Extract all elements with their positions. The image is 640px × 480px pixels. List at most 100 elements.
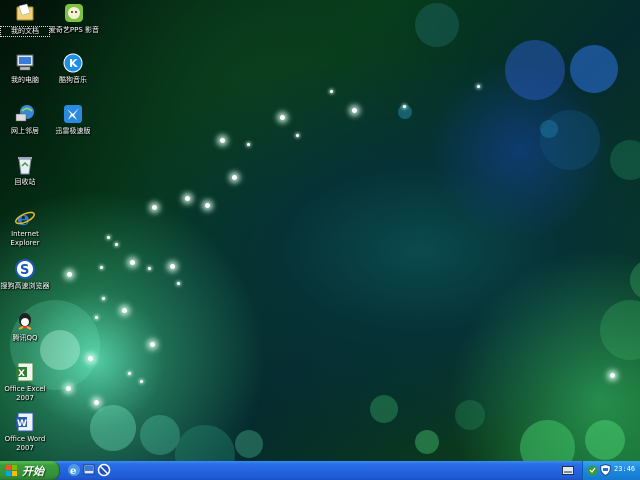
system-tray: 23:46 xyxy=(582,461,640,480)
svg-text:S: S xyxy=(20,263,29,278)
bokeh-decoration xyxy=(540,120,558,138)
bokeh-decoration xyxy=(235,430,263,458)
taskbar-clock[interactable]: 23:46 xyxy=(614,465,635,473)
show-desktop-icon[interactable] xyxy=(82,463,96,477)
recycle-bin-icon xyxy=(14,154,36,176)
sparkle-decoration xyxy=(477,85,480,88)
ie-icon[interactable]: e xyxy=(67,463,81,477)
sparkle-decoration xyxy=(128,372,131,375)
bokeh-decoration xyxy=(415,3,459,47)
iqiyi-pps-icon xyxy=(63,2,85,24)
desktop-icon-qq[interactable]: 腾讯QQ xyxy=(0,310,50,343)
desktop-icon-label: 酷狗音乐 xyxy=(59,76,87,84)
desktop-icon-sogou-browser[interactable]: S 搜狗高速浏览器 xyxy=(0,258,50,291)
sparkle-decoration xyxy=(352,108,357,113)
bokeh-decoration xyxy=(520,420,575,461)
bokeh-decoration xyxy=(570,45,618,93)
bokeh-decoration xyxy=(140,415,180,455)
desktop-icon-my-documents[interactable]: 我的文档 xyxy=(0,2,50,37)
svg-text:X: X xyxy=(18,369,25,379)
my-documents-icon xyxy=(14,2,36,24)
bokeh-decoration xyxy=(630,260,640,300)
sparkle-decoration xyxy=(185,196,190,201)
svg-text:K: K xyxy=(69,57,78,70)
start-button-label: 开始 xyxy=(22,465,44,478)
sparkle-decoration xyxy=(67,272,72,277)
bokeh-decoration xyxy=(610,140,640,180)
desktop-icon-label: 爱奇艺PPS 影音 xyxy=(48,26,100,34)
sparkle-decoration xyxy=(330,90,333,93)
bokeh-decoration xyxy=(585,420,625,460)
desktop-icon-kugou[interactable]: K 酷狗音乐 xyxy=(48,52,98,85)
sparkle-decoration xyxy=(205,203,210,208)
desktop-icon-label: Office Excel 2007 xyxy=(4,385,46,402)
sparkle-decoration xyxy=(247,143,250,146)
network-icon[interactable] xyxy=(587,465,598,476)
sparkle-decoration xyxy=(152,205,157,210)
sparkle-decoration xyxy=(130,260,135,265)
desktop-icon-recycle-bin[interactable]: 回收站 xyxy=(0,154,50,187)
windows-flag-icon xyxy=(6,465,17,476)
sparkle-decoration xyxy=(403,105,406,108)
sparkle-decoration xyxy=(140,380,143,383)
media-player-icon[interactable] xyxy=(97,463,111,477)
svg-text:e: e xyxy=(70,466,76,477)
desktop-icon-my-computer[interactable]: 我的电脑 xyxy=(0,52,50,85)
bokeh-decoration xyxy=(398,105,412,119)
sparkle-decoration xyxy=(94,400,99,405)
keyboard-icon[interactable] xyxy=(562,466,574,475)
desktop-icon-label: 迅雷极速版 xyxy=(55,127,91,135)
sparkle-decoration xyxy=(220,138,225,143)
sparkle-decoration xyxy=(232,175,237,180)
sparkle-decoration xyxy=(177,282,180,285)
sparkle-decoration xyxy=(610,373,615,378)
desktop-icon-excel[interactable]: X Office Excel 2007 xyxy=(0,361,50,403)
xunlei-icon xyxy=(62,103,84,125)
sparkle-decoration xyxy=(88,356,93,361)
desktop-icon-word[interactable]: W Office Word 2007 xyxy=(0,411,50,453)
desktop-icon-internet-explorer[interactable]: e Internet Explorer xyxy=(0,206,50,248)
sparkle-decoration xyxy=(107,236,110,239)
sparkle-decoration xyxy=(122,308,127,313)
qq-icon xyxy=(14,310,36,332)
internet-explorer-icon: e xyxy=(14,206,36,230)
sogou-browser-icon: S xyxy=(14,258,36,280)
sparkle-decoration xyxy=(66,386,71,391)
desktop-icon-label: Internet Explorer xyxy=(10,230,40,247)
bokeh-decoration xyxy=(175,425,235,461)
start-button[interactable]: 开始 xyxy=(0,461,60,480)
sparkle-decoration xyxy=(148,267,151,270)
bokeh-decoration xyxy=(90,405,136,451)
bokeh-decoration xyxy=(370,395,398,423)
desktop-icon-iqiyi-pps[interactable]: 爱奇艺PPS 影音 xyxy=(48,2,100,35)
taskbar: 开始 e 23:46 xyxy=(0,461,640,480)
desktop-icon-label: 我的文档 xyxy=(0,26,50,37)
sparkle-decoration xyxy=(170,264,175,269)
sparkle-decoration xyxy=(150,342,155,347)
bokeh-decoration xyxy=(505,40,565,100)
word-icon: W xyxy=(14,411,36,433)
sparkle-decoration xyxy=(115,243,118,246)
security-shield-icon[interactable] xyxy=(600,464,611,476)
desktop-icon-xunlei[interactable]: 迅雷极速版 xyxy=(48,103,98,136)
my-computer-icon xyxy=(14,52,36,74)
bokeh-decoration xyxy=(600,300,640,360)
kugou-music-icon: K xyxy=(62,52,84,74)
svg-text:W: W xyxy=(17,419,27,429)
sparkle-decoration xyxy=(100,266,103,269)
desktop-icon-label: 回收站 xyxy=(14,178,36,186)
bokeh-decoration xyxy=(455,400,485,430)
desktop[interactable]: 我的文档 爱奇艺PPS 影音 我的电脑 K 酷狗音乐 网上邻居 迅雷极速版 回收… xyxy=(0,0,640,461)
sparkle-decoration xyxy=(296,134,299,137)
sparkle-decoration xyxy=(102,297,105,300)
desktop-icon-label: 搜狗高速浏览器 xyxy=(0,282,50,290)
desktop-icon-label: 我的电脑 xyxy=(11,76,39,84)
network-places-icon xyxy=(14,103,36,125)
desktop-icon-label: Office Word 2007 xyxy=(4,435,46,452)
excel-icon: X xyxy=(14,361,36,383)
desktop-icon-label: 腾讯QQ xyxy=(12,334,38,342)
sparkle-decoration xyxy=(95,316,98,319)
bokeh-decoration xyxy=(540,110,600,170)
sparkle-decoration xyxy=(280,115,285,120)
bokeh-decoration xyxy=(415,430,439,454)
